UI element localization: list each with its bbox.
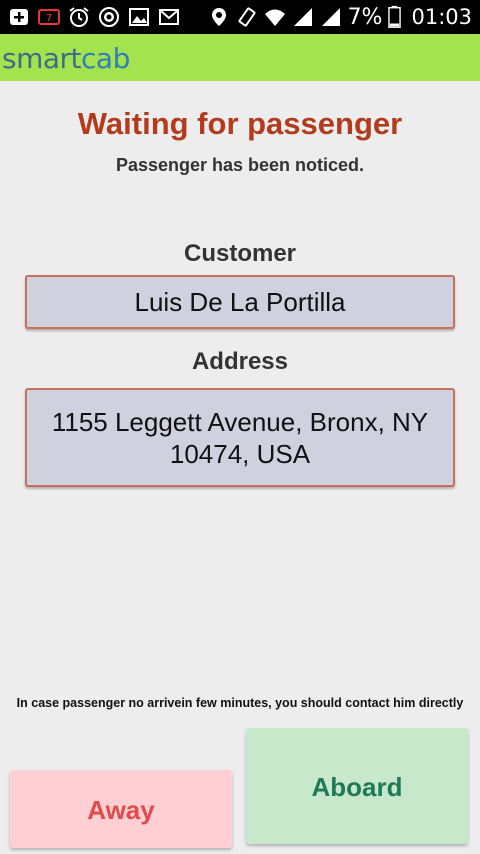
address-line-2: 10474, USA bbox=[169, 438, 311, 469]
address-field: 1155 Leggett Avenue, Bronx, NY 10474, US… bbox=[25, 388, 455, 487]
vibrate-icon bbox=[238, 7, 256, 27]
location-pin-icon bbox=[211, 8, 226, 26]
battery-icon bbox=[388, 5, 402, 28]
contact-note: In case passenger no arrivein few minute… bbox=[16, 696, 464, 710]
wifi-icon bbox=[264, 9, 285, 26]
alarm-clock-icon bbox=[69, 7, 89, 27]
customer-label: Customer bbox=[183, 240, 297, 267]
add-icon bbox=[10, 9, 28, 25]
notification-badge-icon: 7 bbox=[38, 9, 60, 25]
clock-time: 01:03 bbox=[411, 5, 472, 29]
customer-name-value: Luis De La Portilla bbox=[134, 287, 346, 317]
smartcab-logo: smartcab bbox=[2, 42, 130, 75]
battery-percent: 7% bbox=[347, 4, 383, 30]
gmail-icon bbox=[159, 9, 179, 25]
status-bar-left: 7 bbox=[8, 4, 180, 30]
shazam-icon bbox=[99, 7, 119, 27]
app-bar: smartcab bbox=[0, 34, 480, 81]
image-icon bbox=[129, 8, 149, 26]
signal-icon bbox=[293, 8, 312, 26]
away-button[interactable]: Away bbox=[10, 770, 232, 848]
status-bar-right: 7% 01:03 bbox=[208, 3, 472, 31]
address-line-1: 1155 Leggett Avenue, Bronx, NY bbox=[51, 406, 429, 437]
logo-cab-text: cab bbox=[81, 42, 130, 75]
aboard-button[interactable]: Aboard bbox=[246, 728, 468, 844]
address-label: Address bbox=[191, 348, 289, 375]
page-subtitle: Passenger has been noticed. bbox=[115, 155, 365, 175]
page-title: Waiting for passenger bbox=[77, 106, 403, 141]
svg-text:7: 7 bbox=[46, 13, 52, 24]
logo-smart-text: smart bbox=[2, 42, 82, 75]
signal-icon bbox=[321, 8, 340, 26]
status-bar: 7 7% 01:03 bbox=[0, 0, 480, 34]
customer-field: Luis De La Portilla bbox=[25, 275, 455, 329]
